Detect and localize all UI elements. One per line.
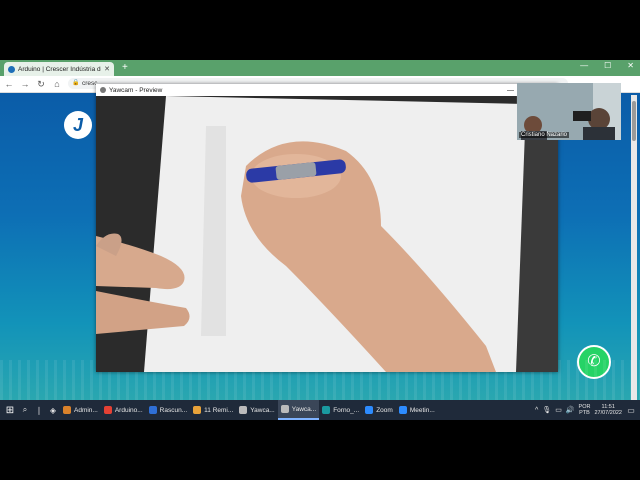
taskbar-app-label: Forno_... xyxy=(333,406,360,414)
home-icon[interactable]: ⌂ xyxy=(50,79,64,89)
taskbar-app-7[interactable]: Zoom xyxy=(362,400,396,420)
task-view-icon[interactable]: ❘ xyxy=(32,406,46,415)
site-logo: J xyxy=(64,111,92,139)
clock-date: 27/07/2022 xyxy=(594,410,622,416)
scrollbar-thumb[interactable] xyxy=(632,101,636,141)
taskbar-app-label: Zoom xyxy=(376,406,393,414)
language-bottom: PTB xyxy=(579,410,590,416)
webcam-icon xyxy=(100,87,106,93)
system-tray: ^ 🎙 ▭ 🔊 POR PTB 11:51 27/07/2022 ▭ xyxy=(535,404,640,416)
yawcam-window: Yawcam - Preview — xyxy=(96,84,558,372)
taskbar-app-label: Admin... xyxy=(74,406,98,414)
yawcam-titlebar[interactable]: Yawcam - Preview — xyxy=(96,84,558,96)
taskbar-apps: Admin... Arduino... Rascun... 11 Remi... Yaw… xyxy=(60,400,438,420)
participant-name: Cristiano Nazario xyxy=(519,132,570,138)
lock-icon: 🔒 xyxy=(72,80,80,86)
taskbar-app-4[interactable]: Yawca... xyxy=(236,400,277,420)
new-tab-button[interactable]: + xyxy=(122,62,128,74)
maximize-button[interactable]: ☐ xyxy=(604,61,611,70)
tray-arrow-icon[interactable]: ^ xyxy=(535,407,538,414)
taskbar-app-3[interactable]: 11 Remi... xyxy=(190,400,236,420)
network-icon[interactable]: ▭ xyxy=(555,406,562,414)
yawcam-minimize-button[interactable]: — xyxy=(507,87,514,94)
back-icon[interactable]: ← xyxy=(2,79,16,89)
whatsapp-icon[interactable]: ✆ xyxy=(577,345,611,379)
taskbar-app-8[interactable]: Meetin... xyxy=(396,400,438,420)
taskbar-app-label: Meetin... xyxy=(409,406,435,414)
folder-icon xyxy=(63,406,71,414)
reload-icon[interactable]: ↻ xyxy=(34,79,48,90)
close-tab-icon[interactable]: ✕ xyxy=(104,65,110,73)
taskbar-app-label: Yawca... xyxy=(291,405,317,413)
tab-title: Arduino | Crescer Indústria de A... xyxy=(18,65,101,73)
tab-bar: Arduino | Crescer Indústria de A... ✕ + … xyxy=(0,60,640,76)
yawcam-title: Yawcam - Preview xyxy=(109,86,163,94)
page-scrollbar[interactable] xyxy=(631,95,637,400)
widgets-icon[interactable]: ◈ xyxy=(46,406,60,415)
language-indicator[interactable]: POR PTB xyxy=(579,404,591,416)
zoom-icon xyxy=(398,406,407,414)
taskbar-app-2[interactable]: Rascun... xyxy=(146,400,190,420)
minimize-button[interactable]: — xyxy=(580,61,588,70)
microphone-icon[interactable]: 🎙 xyxy=(542,406,551,414)
search-icon[interactable]: ⌕ xyxy=(18,405,32,415)
taskbar-app-label: Rascun... xyxy=(159,406,188,414)
favicon-icon xyxy=(8,65,15,73)
taskbar-app-label: Yawca... xyxy=(250,406,275,414)
zoom-icon xyxy=(365,406,374,414)
browser-tab[interactable]: Arduino | Crescer Indústria de A... ✕ xyxy=(4,62,114,76)
volume-icon[interactable]: 🔊 xyxy=(566,406,575,414)
windows-taskbar: ⊞ ⌕ ❘ ◈ Admin... Arduino... Rascun... 11 Re… xyxy=(0,400,640,420)
webcam-icon xyxy=(239,406,248,414)
window-controls: — ☐ ✕ xyxy=(580,61,634,70)
reminder-icon xyxy=(193,406,202,414)
taskbar-app-6[interactable]: Forno_... xyxy=(319,400,362,420)
taskbar-app-label: Arduino... xyxy=(114,406,143,414)
windows-start-icon[interactable]: ⊞ xyxy=(2,405,18,416)
close-window-button[interactable]: ✕ xyxy=(627,61,634,70)
taskbar-app-5[interactable]: Yawca... xyxy=(277,400,320,420)
participant-video[interactable]: Cristiano Nazario xyxy=(517,83,621,140)
clock[interactable]: 11:51 27/07/2022 xyxy=(594,404,622,416)
webcam-icon xyxy=(280,405,289,413)
notification-icon[interactable]: ▭ xyxy=(626,406,636,415)
forward-icon[interactable]: → xyxy=(18,79,32,89)
taskbar-app-1[interactable]: Arduino... xyxy=(101,400,146,420)
taskbar-app-label: 11 Remi... xyxy=(204,406,234,414)
chrome-icon xyxy=(103,406,112,414)
taskbar-app-0[interactable]: Admin... xyxy=(60,400,101,420)
arduino-icon xyxy=(322,406,331,414)
webcam-video xyxy=(96,96,558,372)
outlook-icon xyxy=(148,406,157,414)
video-frame xyxy=(96,96,558,372)
